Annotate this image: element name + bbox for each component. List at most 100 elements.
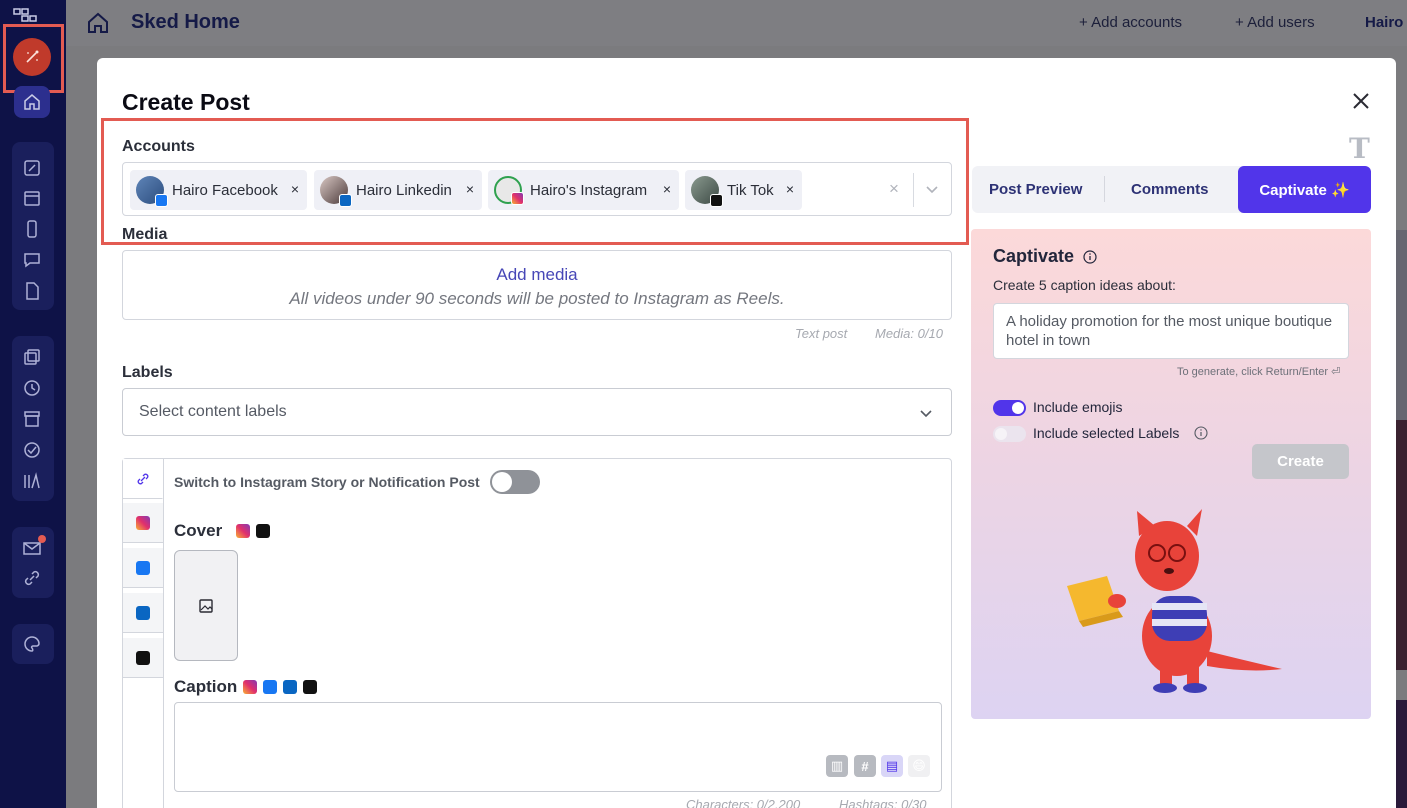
toggle-knob	[1012, 402, 1024, 414]
tab-facebook[interactable]	[123, 548, 163, 588]
labels-select[interactable]: Select content labels	[122, 388, 952, 436]
sidebar-link-icon[interactable]	[21, 567, 43, 589]
right-tabs: Post Preview Comments Captivate ✨	[972, 166, 1371, 213]
avatar	[320, 176, 352, 207]
media-dropzone[interactable]: Add media All videos under 90 seconds wi…	[122, 250, 952, 320]
chevron-down-icon[interactable]	[924, 181, 940, 197]
media-count: Media: 0/10	[875, 326, 943, 341]
info-icon[interactable]	[1194, 426, 1208, 440]
cover-label: Cover	[174, 521, 223, 540]
include-labels-toggle[interactable]	[993, 426, 1026, 442]
home-icon[interactable]	[86, 11, 110, 35]
media-note: All videos under 90 seconds will be post…	[289, 289, 785, 308]
tab-instagram[interactable]	[123, 503, 163, 543]
facebook-icon	[155, 194, 168, 207]
account-chip-label: Hairo's Instagram	[530, 181, 648, 199]
page-title: Sked Home	[131, 11, 240, 33]
tab-captivate[interactable]: Captivate ✨	[1238, 166, 1371, 213]
tab-tiktok[interactable]	[123, 638, 163, 678]
post-editor: Switch to Instagram Story or Notificatio…	[122, 458, 952, 808]
tab-general[interactable]	[123, 459, 163, 499]
sidebar-palette-icon[interactable]	[21, 633, 43, 655]
home-icon	[24, 94, 40, 110]
account-chip-facebook: Hairo Facebook ×	[130, 170, 307, 210]
info-icon[interactable]	[1083, 250, 1097, 264]
clear-accounts-button[interactable]: ×	[889, 179, 899, 199]
tiktok-icon	[710, 194, 723, 207]
hashtag-icon[interactable]: #	[854, 755, 876, 777]
library-icon[interactable]: ▥	[826, 755, 848, 777]
divider	[1104, 176, 1105, 202]
avatar	[494, 176, 524, 205]
media-label: Media	[122, 226, 168, 243]
labels-placeholder: Select content labels	[139, 403, 287, 420]
sidebar-chat-icon[interactable]	[21, 249, 43, 271]
sidebar-library-icon[interactable]	[21, 346, 43, 368]
sked-logo-icon	[13, 8, 37, 22]
remove-account-button[interactable]: ×	[786, 181, 794, 197]
linkedin-icon	[136, 605, 150, 620]
tab-post-preview[interactable]: Post Preview	[989, 181, 1082, 198]
labels-label: Labels	[122, 364, 173, 381]
story-toggle[interactable]	[490, 470, 540, 494]
sidebar-phone-icon[interactable]	[21, 218, 43, 240]
instagram-icon	[236, 524, 250, 538]
sidebar-archive-icon[interactable]	[21, 408, 43, 430]
hashtag-count: Hashtags: 0/30	[839, 797, 927, 808]
instagram-icon	[243, 680, 257, 694]
image-icon	[199, 598, 213, 613]
facebook-icon	[136, 560, 150, 575]
include-emojis-toggle[interactable]	[993, 400, 1026, 416]
create-post-modal: Create Post T Accounts Hairo Facebook × …	[97, 58, 1396, 808]
network-tabs	[123, 459, 164, 808]
sidebar-books-icon[interactable]	[21, 470, 43, 492]
remove-account-button[interactable]: ×	[663, 181, 671, 197]
comment-icon[interactable]: ▤	[881, 755, 903, 777]
tiktok-icon	[256, 524, 270, 538]
sidebar	[0, 0, 66, 808]
include-emojis-label: Include emojis	[1033, 399, 1123, 415]
tab-comments[interactable]: Comments	[1131, 181, 1209, 198]
sidebar-home-button[interactable]	[14, 86, 50, 118]
add-accounts-link[interactable]: + Add accounts	[1079, 14, 1182, 31]
close-icon[interactable]	[1350, 90, 1372, 112]
sidebar-approve-icon[interactable]	[21, 439, 43, 461]
account-chip-linkedin: Hairo Linkedin ×	[314, 170, 482, 210]
tab-linkedin[interactable]	[123, 593, 163, 633]
captivate-subtitle: Create 5 caption ideas about:	[993, 277, 1176, 293]
create-post-button[interactable]	[13, 38, 51, 76]
sidebar-document-icon[interactable]	[21, 280, 43, 302]
sidebar-calendar-icon[interactable]	[21, 187, 43, 209]
background-edge	[1396, 230, 1407, 420]
add-media-link[interactable]: Add media	[123, 265, 951, 285]
accounts-select[interactable]: Hairo Facebook × Hairo Linkedin × Hairo'…	[122, 162, 952, 216]
accounts-label: Accounts	[122, 138, 195, 155]
character-count: Characters: 0/2,200	[686, 797, 801, 808]
remove-account-button[interactable]: ×	[466, 181, 474, 197]
account-chip-label: Hairo Facebook	[172, 181, 278, 199]
emoji-icon[interactable]: 😄	[908, 755, 930, 777]
background-edge	[1396, 420, 1407, 670]
chevron-down-icon	[920, 410, 932, 418]
linkedin-icon	[283, 680, 297, 694]
tiktok-icon	[136, 650, 150, 665]
linkedin-icon	[339, 194, 352, 207]
remove-account-button[interactable]: ×	[291, 181, 299, 197]
user-menu[interactable]: Hairo	[1365, 14, 1403, 31]
story-switch-label: Switch to Instagram Story or Notificatio…	[174, 474, 480, 490]
cover-upload[interactable]	[174, 550, 238, 661]
avatar	[691, 176, 723, 207]
captivate-hint: To generate, click Return/Enter ⏎	[1177, 366, 1341, 378]
add-users-link[interactable]: + Add users	[1235, 14, 1315, 31]
top-bar: Sked Home + Add accounts + Add users Hai…	[66, 0, 1407, 46]
caption-input[interactable]: ▥ # ▤ 😄	[174, 702, 942, 792]
captivate-prompt-input[interactable]: A holiday promotion for the most unique …	[993, 303, 1349, 359]
link-icon	[137, 473, 148, 484]
notification-dot	[38, 535, 46, 543]
create-button[interactable]: Create	[1252, 444, 1349, 479]
sidebar-compose-icon[interactable]	[21, 157, 43, 179]
avatar	[136, 176, 168, 207]
sidebar-history-icon[interactable]	[21, 377, 43, 399]
post-type-text: Text post	[795, 326, 848, 341]
text-format-icon[interactable]: T	[1349, 132, 1370, 165]
